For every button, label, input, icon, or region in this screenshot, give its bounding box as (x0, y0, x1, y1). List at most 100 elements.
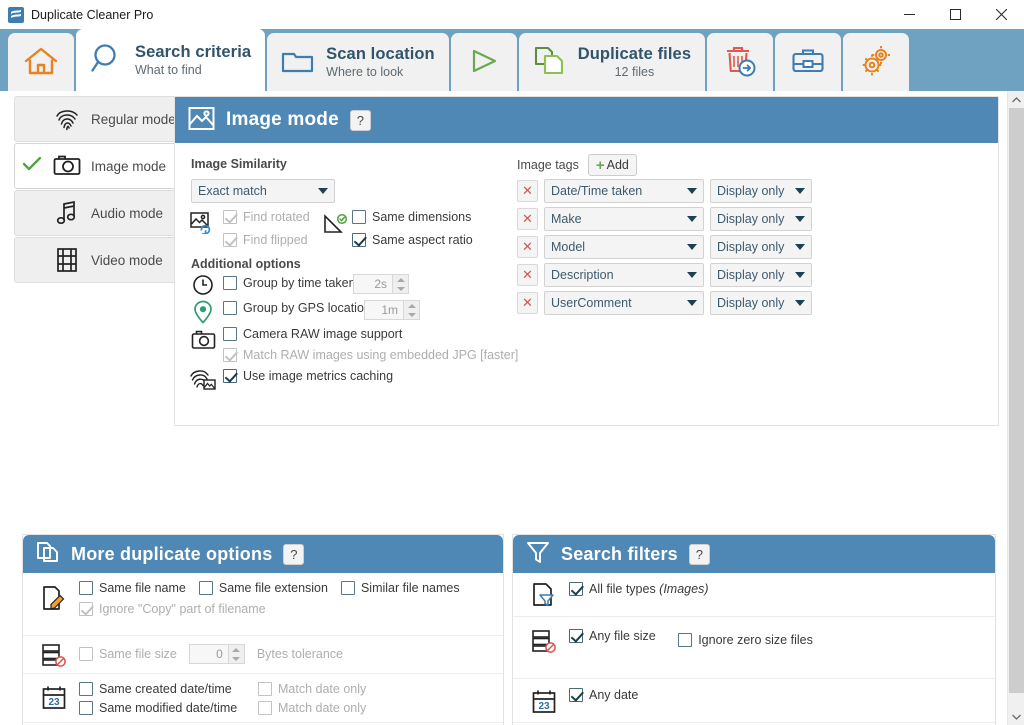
tag-mode-select[interactable]: Display only (710, 291, 812, 315)
ignore-copy-part-checkbox[interactable]: Ignore "Copy" part of filename (79, 601, 266, 616)
same-aspect-ratio-label: Same aspect ratio (372, 233, 473, 247)
tag-mode-select[interactable]: Display only (710, 207, 812, 231)
search-filters-row-filesize: Any file size Ignore zero size files (513, 616, 995, 678)
same-modified-date-checkbox[interactable]: Same modified date/time (79, 701, 247, 715)
tab-duplicate-files[interactable]: Duplicate files 12 files (518, 33, 706, 91)
match-modified-date-only-checkbox[interactable]: Match date only (258, 701, 366, 715)
clock-icon (192, 274, 214, 299)
find-rotated-box (223, 210, 237, 224)
image-mode-header: Image mode ? (175, 97, 998, 143)
image-mode-body: Image Similarity Exact match Find rotate… (175, 143, 998, 426)
ignore-zero-size-checkbox[interactable]: Ignore zero size files (678, 633, 813, 647)
scroll-down-button[interactable] (1008, 708, 1024, 725)
scrollbar-thumb[interactable] (1009, 108, 1024, 693)
tag-name-value: Model (551, 240, 586, 254)
same-created-date-label: Same created date/time (99, 682, 232, 696)
same-file-extension-checkbox[interactable]: Same file extension (198, 581, 328, 595)
tag-mode-select[interactable]: Display only (710, 179, 812, 203)
tag-row: ✕ Description Display only (517, 263, 812, 287)
plus-icon: + (595, 156, 605, 174)
image-similarity-select[interactable]: Exact match (191, 179, 335, 203)
add-tag-button[interactable]: + Add (587, 154, 637, 176)
group-by-gps-spinner-arrows[interactable] (403, 301, 419, 319)
mode-regular-label: Regular mode (91, 111, 176, 127)
image-mode-help-button[interactable]: ? (349, 109, 371, 131)
close-button[interactable] (978, 0, 1024, 29)
chevron-down-icon (795, 272, 805, 278)
mode-audio[interactable]: Audio mode (14, 190, 179, 236)
tag-name-select[interactable]: Model (544, 235, 704, 259)
mode-image[interactable]: Image mode (14, 143, 179, 189)
same-modified-date-box (79, 701, 93, 715)
remove-tag-button[interactable]: ✕ (517, 180, 538, 202)
remove-tag-button[interactable]: ✕ (517, 208, 538, 230)
tab-settings[interactable] (843, 33, 910, 91)
bytes-tolerance-label: Bytes tolerance (256, 647, 343, 661)
mode-regular[interactable]: Regular mode (14, 96, 179, 142)
match-raw-jpg-label: Match RAW images using embedded JPG [fas… (243, 348, 519, 362)
ignore-zero-size-label: Ignore zero size files (698, 633, 813, 647)
scroll-up-button[interactable] (1008, 91, 1024, 108)
tab-scan-location[interactable]: Scan location Where to look (267, 33, 449, 91)
same-file-name-checkbox[interactable]: Same file name (79, 581, 186, 595)
fingerprint-icon (49, 106, 85, 132)
same-file-size-checkbox[interactable]: Same file size (79, 647, 177, 661)
same-file-name-label: Same file name (99, 581, 186, 595)
chevron-down-icon (687, 188, 697, 194)
tag-name-select[interactable]: Make (544, 207, 704, 231)
tag-name-select[interactable]: Description (544, 263, 704, 287)
tab-home[interactable] (8, 33, 74, 91)
mode-video[interactable]: Video mode (14, 237, 179, 283)
search-filters-filetypes-content: All file types (Images) (569, 581, 995, 596)
mode-audio-label: Audio mode (91, 205, 164, 221)
tab-toolbox[interactable] (775, 33, 842, 91)
group-by-time-checkbox[interactable]: Group by time taken (223, 276, 356, 290)
ignore-zero-size-box (678, 633, 693, 647)
more-options-dates-content: Same created date/time Match date only S… (79, 682, 503, 715)
similar-file-names-checkbox[interactable]: Similar file names (340, 581, 460, 595)
tag-name-select[interactable]: Date/Time taken (544, 179, 704, 203)
maximize-button[interactable] (932, 0, 978, 29)
same-file-extension-label: Same file extension (218, 581, 328, 595)
bytes-tolerance-arrows[interactable] (227, 645, 244, 663)
same-created-date-checkbox[interactable]: Same created date/time (79, 682, 247, 696)
remove-tag-button[interactable]: ✕ (517, 292, 538, 314)
add-tag-label: Add (606, 158, 629, 172)
tag-mode-select[interactable]: Display only (710, 235, 812, 259)
tab-delete-move[interactable] (707, 33, 774, 91)
metrics-caching-checkbox[interactable]: Use image metrics caching (223, 369, 393, 383)
group-by-gps-spinner[interactable]: 1m (364, 300, 420, 320)
mode-image-label: Image mode (91, 158, 167, 174)
same-modified-date-label: Same modified date/time (99, 701, 238, 715)
any-date-checkbox[interactable]: Any date (569, 687, 638, 702)
any-file-size-box (569, 629, 583, 643)
bytes-tolerance-spinner[interactable]: 0 (188, 644, 245, 664)
tab-start-scan[interactable] (450, 33, 517, 91)
same-aspect-ratio-checkbox[interactable]: Same aspect ratio (352, 233, 473, 247)
find-flipped-checkbox[interactable]: Find flipped (223, 233, 308, 247)
camera-raw-checkbox[interactable]: Camera RAW image support (223, 327, 402, 341)
search-filters-help-button[interactable]: ? (688, 543, 710, 565)
group-by-time-spinner-arrows[interactable] (392, 275, 408, 293)
minimize-button[interactable] (886, 0, 932, 29)
camera-raw-icon (191, 329, 216, 354)
all-file-types-checkbox[interactable]: All file types (Images) (569, 581, 709, 596)
group-by-gps-checkbox[interactable]: Group by GPS location (223, 301, 371, 315)
same-dimensions-checkbox[interactable]: Same dimensions (352, 210, 471, 224)
find-rotated-checkbox[interactable]: Find rotated (223, 210, 310, 224)
search-filters-row-filetypes: All file types (Images) (513, 573, 995, 616)
remove-tag-button[interactable]: ✕ (517, 236, 538, 258)
image-mode-title: Image mode (226, 109, 339, 130)
more-options-title: More duplicate options (71, 543, 273, 564)
tab-search-criteria[interactable]: Search criteria What to find (76, 29, 266, 91)
tag-mode-select[interactable]: Display only (710, 263, 812, 287)
match-raw-jpg-checkbox[interactable]: Match RAW images using embedded JPG [fas… (223, 348, 518, 362)
remove-tag-button[interactable]: ✕ (517, 264, 538, 286)
tag-name-select[interactable]: UserComment (544, 291, 704, 315)
group-by-gps-value: 1m (381, 303, 398, 317)
vertical-scrollbar[interactable] (1007, 91, 1024, 725)
any-file-size-checkbox[interactable]: Any file size (569, 629, 656, 643)
match-created-date-only-checkbox[interactable]: Match date only (258, 682, 366, 696)
group-by-time-spinner[interactable]: 2s (353, 274, 409, 294)
more-options-help-button[interactable]: ? (283, 543, 305, 565)
